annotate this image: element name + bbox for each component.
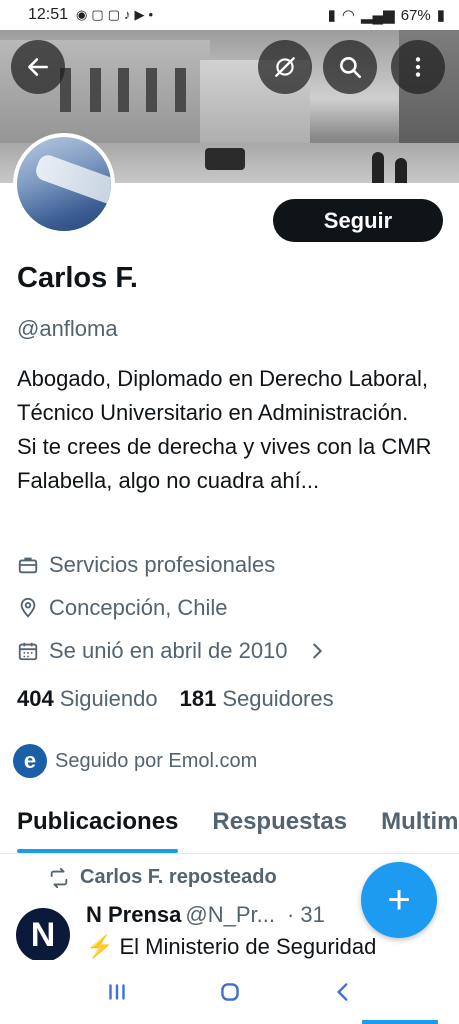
more-options-button[interactable] — [391, 40, 445, 94]
battery-icon: ▮ — [436, 7, 445, 24]
recent-apps-icon[interactable] — [104, 979, 130, 1005]
location-pin-icon — [20, 597, 36, 618]
messenger-icon: ◉ — [76, 7, 88, 22]
emol-avatar: e — [13, 744, 47, 778]
calendar-icon — [18, 642, 38, 661]
profile-avatar[interactable] — [13, 133, 115, 235]
tab-indicator — [362, 1020, 438, 1024]
instagram-icon: ▢ — [107, 7, 120, 22]
signal-icon: ▂▄▆ — [361, 7, 395, 24]
back-button[interactable] — [11, 40, 65, 94]
profile-category[interactable]: Servicios profesionales — [17, 552, 275, 578]
search-icon — [340, 57, 362, 79]
following-link[interactable]: 404 Siguiendo — [17, 686, 158, 712]
repost-icon — [50, 867, 68, 888]
wifi-icon: ◠ — [341, 7, 355, 24]
system-nav-bar — [0, 960, 459, 1024]
grok-button[interactable] — [258, 40, 312, 94]
battery-level: 67% — [400, 6, 431, 24]
profile-handle: @anfloma — [17, 316, 118, 341]
tweet-date: · 31 — [286, 902, 325, 927]
category-label: Servicios profesionales — [49, 552, 276, 577]
status-right: ▮ ◠ ▂▄▆ 67% ▮ — [327, 6, 445, 25]
compose-button[interactable]: + — [361, 862, 437, 938]
tab-publicaciones[interactable]: Publicaciones — [17, 796, 179, 853]
profile-joined[interactable]: Se unió en abril de 2010 — [17, 638, 328, 664]
tweet-author-handle: @N_Pr... — [185, 902, 275, 927]
following-label: Siguiendo — [59, 686, 158, 711]
tweet-header: N Prensa @N_Pr... · 31 — [86, 902, 325, 928]
instagram-icon: ▢ — [91, 7, 104, 22]
location-label: Concepción, Chile — [49, 595, 228, 620]
more-vertical-icon — [415, 57, 421, 77]
tiktok-icon: ♪ — [123, 7, 131, 22]
profile-stats: 404 Siguiendo 181 Seguidores — [17, 686, 334, 712]
tweet-author-name[interactable]: N Prensa — [86, 902, 181, 927]
status-bar: 12:51 ◉ ▢ ▢ ♪ ▶ • ▮ ◠ ▂▄▆ 67% ▮ — [0, 0, 459, 30]
repost-label: Carlos F. reposteado — [80, 866, 277, 888]
status-time: 12:51 — [28, 6, 69, 23]
profile-tabs: Publicaciones Respuestas Multimedia — [0, 796, 459, 854]
briefcase-icon — [18, 557, 38, 574]
home-icon[interactable] — [217, 979, 243, 1005]
tab-multimedia[interactable]: Multimedia — [381, 796, 459, 853]
plus-icon: + — [387, 877, 411, 922]
profile-name: Carlos F. — [17, 262, 138, 294]
profile-bio: Abogado, Diplomado en Derecho Laboral, T… — [17, 366, 432, 493]
following-count: 404 — [17, 686, 54, 711]
arrow-left-icon — [28, 58, 48, 76]
dot-icon: • — [148, 7, 154, 22]
followed-by[interactable]: e Seguido por Emol.com — [13, 744, 257, 778]
grok-icon — [275, 57, 295, 77]
battery-saver-icon: ▮ — [327, 7, 336, 24]
followed-by-label: Seguido por Emol.com — [55, 749, 258, 772]
profile-location: Concepción, Chile — [17, 595, 228, 621]
chevron-right-icon — [312, 643, 322, 659]
repost-indicator: Carlos F. reposteado — [48, 866, 277, 889]
youtube-icon: ▶ — [134, 7, 145, 22]
joined-label: Se unió en abril de 2010 — [49, 638, 288, 663]
search-button[interactable] — [323, 40, 377, 94]
follow-button[interactable]: Seguir — [273, 199, 443, 242]
followers-label: Seguidores — [222, 686, 334, 711]
status-app-icons: ◉ ▢ ▢ ♪ ▶ • — [76, 7, 153, 23]
followers-link[interactable]: 181 Seguidores — [180, 686, 334, 712]
followers-count: 181 — [179, 686, 217, 711]
tweet-author-avatar[interactable]: N — [16, 908, 70, 962]
tweet-text[interactable]: ⚡ El Ministerio de Seguridad — [86, 934, 446, 960]
tab-respuestas[interactable]: Respuestas — [212, 796, 347, 853]
back-nav-icon[interactable] — [330, 979, 356, 1005]
